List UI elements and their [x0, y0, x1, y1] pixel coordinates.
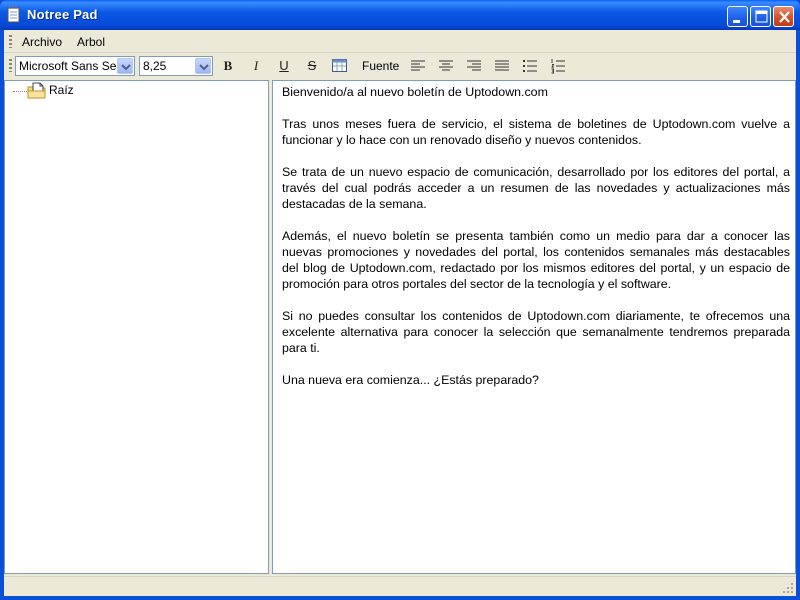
- status-bar: [4, 576, 796, 596]
- insert-table-button[interactable]: [329, 56, 351, 76]
- font-name-dropdown-arrow[interactable]: [117, 58, 133, 74]
- editor-paragraph: Tras unos meses fuera de servicio, el si…: [282, 117, 790, 147]
- menu-archivo[interactable]: Archivo: [17, 34, 67, 50]
- maximize-button[interactable]: [750, 6, 771, 27]
- editor-paragraph: Se trata de un nuevo espacio de comunica…: [282, 165, 790, 211]
- minimize-icon: [733, 20, 740, 23]
- font-size-select[interactable]: 8,25: [139, 56, 213, 76]
- underline-button[interactable]: U: [273, 56, 295, 76]
- bulleted-list-button[interactable]: [519, 56, 541, 76]
- chevron-down-icon: [121, 64, 131, 71]
- resize-grip-icon[interactable]: [782, 582, 794, 594]
- italic-button[interactable]: I: [245, 56, 267, 76]
- chevron-down-icon: [199, 64, 209, 71]
- bulleted-list-icon: [523, 60, 537, 72]
- notepad-icon: [7, 6, 20, 23]
- numbered-list-button[interactable]: [547, 56, 569, 76]
- align-center-icon: [439, 60, 453, 71]
- tree-connector: [13, 91, 27, 92]
- maximize-icon: [755, 10, 768, 23]
- align-right-icon: [467, 60, 481, 71]
- bold-button[interactable]: B: [217, 56, 239, 76]
- font-size-dropdown-arrow[interactable]: [195, 58, 211, 74]
- tree-view[interactable]: Raíz: [4, 80, 269, 574]
- close-button[interactable]: [773, 6, 794, 27]
- menu-bar: Archivo Arbol: [4, 30, 796, 53]
- align-left-icon: [411, 60, 425, 71]
- align-left-button[interactable]: [407, 56, 429, 76]
- tree-node-label: Raíz: [49, 83, 74, 97]
- justify-button[interactable]: [491, 56, 513, 76]
- numbered-list-icon: [551, 59, 565, 74]
- table-icon: [332, 59, 347, 72]
- align-right-button[interactable]: [463, 56, 485, 76]
- client-area: Archivo Arbol Microsoft Sans Serif 8,25 …: [4, 30, 796, 596]
- font-name-select[interactable]: Microsoft Sans Serif: [15, 56, 135, 76]
- minimize-button[interactable]: [727, 6, 748, 27]
- close-icon: [779, 11, 790, 23]
- editor-paragraph: Si no puedes consultar los contenidos de…: [282, 309, 790, 355]
- format-toolbar: Microsoft Sans Serif 8,25 B I U S Fuente: [4, 53, 796, 79]
- menu-arbol[interactable]: Arbol: [72, 34, 110, 50]
- toolbar-grip[interactable]: [9, 59, 12, 72]
- rich-text-editor[interactable]: Bienvenido/a al nuevo boletín de Uptodow…: [272, 80, 796, 574]
- title-bar[interactable]: Notree Pad: [0, 0, 800, 30]
- window-title: Notree Pad: [27, 7, 98, 22]
- font-size-value: 8,25: [143, 59, 167, 73]
- menubar-grip[interactable]: [9, 35, 12, 48]
- justify-icon: [495, 60, 509, 71]
- editor-paragraph: Una nueva era comienza... ¿Estás prepara…: [282, 373, 539, 387]
- folder-document-icon: [27, 82, 46, 99]
- editor-content[interactable]: Bienvenido/a al nuevo boletín de Uptodow…: [282, 84, 790, 404]
- font-name-value: Microsoft Sans Serif: [19, 59, 127, 73]
- application-window: Notree Pad Archivo Arbol Microsoft Sans …: [0, 0, 800, 600]
- editor-paragraph: Además, el nuevo boletín se presenta tam…: [282, 229, 790, 291]
- align-center-button[interactable]: [435, 56, 457, 76]
- font-dialog-button[interactable]: Fuente: [358, 56, 403, 76]
- editor-paragraph: Bienvenido/a al nuevo boletín de Uptodow…: [282, 85, 548, 99]
- strikethrough-button[interactable]: S: [301, 56, 323, 76]
